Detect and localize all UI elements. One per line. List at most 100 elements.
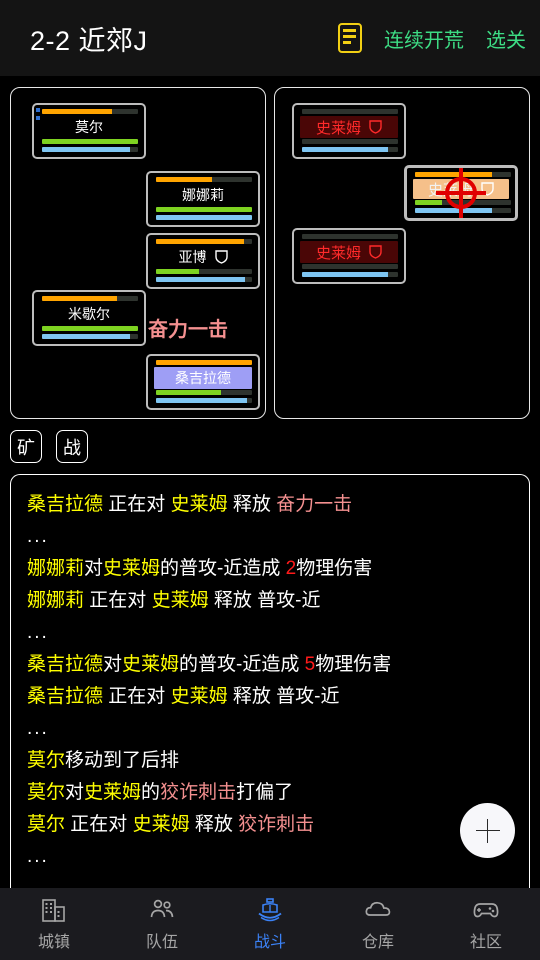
nav-item-cloud[interactable]: 仓库	[324, 888, 432, 960]
log-segment: 释放	[227, 494, 277, 515]
nav-item-label: 仓库	[361, 933, 394, 951]
log-line: ...	[27, 521, 513, 553]
add-button[interactable]	[460, 803, 515, 858]
log-line: 桑吉拉德 正在对 史莱姆 释放 奋力一击	[27, 489, 513, 521]
nav-item-people[interactable]: 队伍	[108, 888, 216, 960]
document-icon[interactable]	[338, 23, 362, 53]
ally-party-panel: 莫尔 娜娜莉 亚博 米歇尔 桑吉拉德 奋力一击	[10, 87, 266, 419]
document-icon-frame	[338, 23, 362, 53]
log-segment: 普攻-近	[276, 686, 340, 707]
document-icon-line	[343, 29, 356, 32]
enemy-card[interactable]: 史莱姆	[292, 103, 406, 159]
log-segment: 释放	[227, 686, 277, 707]
hp-bar	[302, 139, 398, 144]
log-segment: 狡诈刺击	[160, 782, 237, 803]
log-segment: 的普攻-近造成	[179, 654, 305, 675]
document-icon-line	[343, 35, 356, 38]
character-name: 亚博	[178, 249, 207, 265]
card-body: 史莱姆	[300, 117, 398, 137]
log-segment: 莫尔	[27, 782, 66, 803]
log-segment: 物理伤害	[296, 558, 373, 579]
log-segment: 史莱姆	[170, 686, 228, 707]
battle-log-panel[interactable]: 桑吉拉德 正在对 史莱姆 释放 奋力一击... 娜娜莉对史莱姆的普攻-近造成 2物…	[10, 474, 530, 914]
shield-icon	[369, 245, 382, 259]
log-segment: 奋力一击	[276, 494, 353, 515]
atb-bar	[156, 177, 252, 182]
shield-icon	[481, 182, 494, 196]
mine-chip[interactable]: 矿	[10, 430, 42, 463]
log-segment: 普攻-近	[257, 590, 321, 611]
app-header: 2-2 近郊J 连续开荒 选关	[0, 0, 540, 76]
log-line: 桑吉拉德对史莱姆的普攻-近造成 5物理伤害	[27, 649, 513, 681]
building-icon	[39, 897, 69, 923]
gamepad-icon	[471, 897, 501, 923]
log-segment: 对	[84, 558, 104, 579]
mode-chips: 矿战	[10, 430, 88, 463]
nav-item-gamepad[interactable]: 社区	[432, 888, 540, 960]
enemy-party-slots: 史莱姆 史莱姆 史莱姆	[282, 95, 522, 411]
ally-card[interactable]: 娜娜莉	[146, 171, 260, 227]
people-icon	[147, 897, 177, 923]
nav-item-label: 城镇	[37, 933, 70, 951]
ally-card[interactable]: 亚博	[146, 233, 260, 289]
log-segment: ...	[27, 526, 49, 547]
atb-bar	[302, 109, 398, 114]
nav-item-label: 战斗	[253, 933, 286, 951]
battle-chip[interactable]: 战	[56, 430, 88, 463]
log-segment: ...	[27, 846, 49, 867]
mp-bar	[302, 147, 398, 152]
log-segment: 2	[285, 558, 297, 579]
log-segment: 释放	[189, 814, 239, 835]
nav-item-ship[interactable]: 战斗	[216, 888, 324, 960]
card-body: 莫尔	[40, 117, 138, 137]
log-line: 莫尔 正在对 史莱姆 释放 狡诈刺击	[27, 809, 513, 841]
bottom-navigation: 城镇 队伍 战斗 仓库 社区	[0, 888, 540, 960]
mp-bar	[156, 398, 252, 403]
enemy-card[interactable]: 史莱姆	[292, 228, 406, 284]
nav-item-building[interactable]: 城镇	[0, 888, 108, 960]
mp-bar	[42, 334, 138, 339]
log-segment: 莫尔	[27, 750, 66, 771]
mp-bar	[415, 208, 511, 213]
log-segment: 史莱姆	[132, 814, 190, 835]
mp-bar	[156, 215, 252, 220]
game-battle-screen: 2-2 近郊J 连续开荒 选关 莫尔 娜娜莉 亚博 米歇尔 桑吉拉德 奋力一击 史莱姆 史莱…	[0, 0, 540, 960]
atb-bar	[156, 239, 252, 244]
atb-bar	[42, 296, 138, 301]
hp-bar	[415, 200, 511, 205]
document-icon-line	[343, 41, 351, 44]
log-segment: 正在对	[84, 590, 152, 611]
log-segment: 桑吉拉德	[27, 686, 104, 707]
shield-icon	[369, 120, 382, 134]
hp-bar	[156, 390, 252, 395]
character-name: 莫尔	[75, 119, 103, 135]
log-segment: 正在对	[103, 686, 171, 707]
log-segment: 狡诈刺击	[238, 814, 315, 835]
atb-bar	[42, 109, 138, 114]
log-segment: 史莱姆	[103, 558, 161, 579]
hp-bar	[156, 269, 252, 274]
ally-card[interactable]: 莫尔	[32, 103, 146, 159]
nav-item-label: 社区	[469, 933, 502, 951]
ally-card[interactable]: 米歇尔	[32, 290, 146, 346]
log-line: 莫尔移动到了后排	[27, 745, 513, 777]
select-stage-button[interactable]: 选关	[486, 24, 526, 53]
log-line: 莫尔对史莱姆的狡诈刺击打偏了	[27, 777, 513, 809]
log-segment: 打偏了	[236, 782, 294, 803]
log-segment: 史莱姆	[122, 654, 180, 675]
log-segment: 桑吉拉德	[27, 654, 104, 675]
ally-party-slots: 莫尔 娜娜莉 亚博 米歇尔 桑吉拉德 奋力一击	[18, 95, 260, 411]
log-segment: 正在对	[103, 494, 171, 515]
log-line: 桑吉拉德 正在对 史莱姆 释放 普攻-近	[27, 681, 513, 713]
ship-icon	[255, 897, 285, 923]
log-segment: 的	[141, 782, 161, 803]
log-segment: 史莱姆	[84, 782, 142, 803]
enemy-card[interactable]: 史莱姆	[404, 165, 518, 221]
hp-bar	[156, 207, 252, 212]
log-segment: 桑吉拉德	[27, 494, 104, 515]
nav-item-label: 队伍	[145, 933, 178, 951]
ally-card[interactable]: 桑吉拉德	[146, 354, 260, 410]
log-line: 娜娜莉 正在对 史莱姆 释放 普攻-近	[27, 585, 513, 617]
continuous-farm-button[interactable]: 连续开荒	[384, 24, 464, 53]
log-line: 娜娜莉对史莱姆的普攻-近造成 2物理伤害	[27, 553, 513, 585]
